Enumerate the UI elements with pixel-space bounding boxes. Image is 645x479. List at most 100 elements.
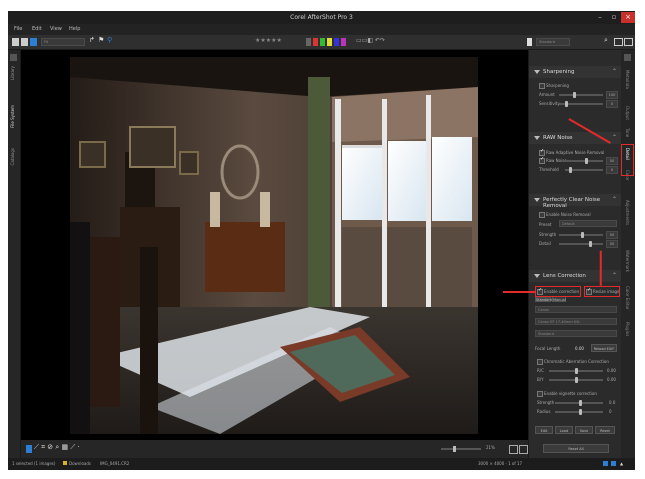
raw-noise-checkbox[interactable] [539, 156, 545, 164]
reset-button[interactable]: Reset [595, 426, 615, 434]
section-perfectly-clear-header[interactable]: Perfectly Clear Noise Removal ⌃ [529, 194, 622, 209]
by-knob[interactable] [575, 377, 578, 383]
edit-button[interactable]: Edit [535, 426, 553, 434]
menu-edit[interactable]: Edit [32, 26, 42, 32]
focal-length-value[interactable]: 0.00 [575, 346, 584, 351]
by-value[interactable]: 0.00 [607, 377, 616, 382]
color-label-blue[interactable] [334, 38, 339, 46]
camera-select[interactable]: Canon [535, 306, 617, 313]
tab-watermark[interactable]: Watermark [625, 250, 630, 272]
threshold-value[interactable]: 0 [606, 166, 618, 174]
pin-icon[interactable]: ⌃ [612, 196, 617, 203]
detail-value[interactable]: 50 [606, 240, 618, 248]
color-label-purple[interactable] [341, 38, 346, 46]
lens-mode-select[interactable]: Standard [535, 330, 617, 337]
color-label-yellow[interactable] [327, 38, 332, 46]
pin-icon[interactable]: ⌃ [612, 134, 617, 141]
rc-slider[interactable] [549, 368, 603, 374]
raw-noise-slider[interactable] [565, 158, 603, 164]
tab-color-editor[interactable]: Color Editor [625, 286, 630, 310]
threshold-knob[interactable] [569, 167, 572, 173]
zoom-slider[interactable] [441, 448, 481, 450]
vignette-strength-slider[interactable] [555, 400, 603, 406]
zoom-dropdown[interactable]: Fit [41, 38, 85, 46]
tab-catalogs[interactable]: Catalogs [10, 148, 15, 165]
sensitivity-slider[interactable] [559, 101, 603, 107]
preset-dropdown[interactable]: Standard [536, 38, 570, 46]
sensitivity-knob[interactable] [565, 101, 568, 107]
document-icon[interactable] [527, 38, 532, 46]
detail-slider[interactable] [559, 241, 603, 247]
fit-icon[interactable] [509, 445, 518, 454]
lens-select[interactable]: Canon EF 17-40mm f/4L [535, 318, 617, 325]
color-label-red[interactable] [313, 38, 318, 46]
amount-knob[interactable] [573, 92, 576, 98]
menu-file[interactable]: File [14, 26, 22, 32]
maximize-button[interactable]: ▫ [607, 12, 621, 23]
eyedropper-icon[interactable]: ⚲ [107, 36, 115, 44]
vignette-strength-value[interactable]: 0.0 [609, 400, 615, 405]
zoom-slider-knob[interactable] [453, 446, 456, 452]
status-view-icon[interactable] [603, 461, 608, 466]
by-slider[interactable] [549, 377, 603, 383]
layout-active-icon[interactable] [30, 38, 37, 46]
detail-knob[interactable] [589, 241, 592, 247]
menu-view[interactable]: View [50, 26, 62, 32]
vignette-strength-knob[interactable] [579, 400, 582, 406]
vignette-radius-slider[interactable] [555, 409, 603, 415]
rotate-icon[interactable]: ↱ [89, 36, 97, 44]
fullscreen-icon[interactable] [624, 38, 633, 46]
status-warning-icon[interactable]: ▲ [620, 461, 623, 466]
image-viewer[interactable] [21, 50, 528, 440]
amount-value[interactable]: 100 [606, 91, 618, 99]
rc-knob[interactable] [575, 368, 578, 374]
strength-slider[interactable] [559, 232, 603, 238]
select-tool-icon[interactable] [26, 445, 32, 453]
sensitivity-value[interactable]: 0 [606, 100, 618, 108]
reset-all-button[interactable]: Reset All [543, 444, 609, 453]
collapse-icon[interactable] [10, 54, 17, 61]
pin-icon[interactable]: ⌃ [612, 272, 617, 279]
noise-removal-checkbox[interactable] [539, 212, 545, 218]
save-button[interactable]: Save [575, 426, 593, 434]
vignette-radius-value[interactable]: 0 [609, 409, 612, 414]
pin-icon[interactable]: ⌃ [612, 68, 617, 75]
reload-exif-button[interactable]: Reload EXIF [591, 344, 617, 352]
raw-noise-knob[interactable] [585, 158, 588, 164]
close-button[interactable]: × [621, 12, 635, 23]
vignette-checkbox[interactable] [537, 391, 543, 397]
tab-tone[interactable]: Tone [625, 128, 630, 137]
rc-value[interactable]: 0.00 [607, 368, 616, 373]
sharpening-checkbox[interactable] [539, 83, 545, 89]
tab-output[interactable]: Output [625, 106, 630, 120]
strength-value[interactable]: 50 [606, 231, 618, 239]
load-button[interactable]: Load [555, 426, 573, 434]
vignette-radius-knob[interactable] [579, 409, 582, 415]
actual-size-icon[interactable] [519, 445, 528, 454]
status-filter-icon[interactable] [611, 461, 616, 466]
tab-adjustments[interactable]: Adjustments [625, 200, 630, 225]
search-icon[interactable]: ⌕ [604, 36, 612, 44]
layout-grid-icon[interactable] [21, 38, 28, 46]
amount-slider[interactable] [559, 92, 603, 98]
minimize-button[interactable]: – [593, 12, 607, 23]
color-label-green[interactable] [320, 38, 325, 46]
tab-metadata[interactable]: Metadata [625, 70, 630, 89]
section-lens-correction-header[interactable]: Lens Correction ⌃ [529, 270, 622, 282]
panel-toggle-icon[interactable] [614, 38, 623, 46]
menu-help[interactable]: Help [69, 26, 80, 32]
threshold-slider[interactable] [565, 167, 603, 173]
tab-plugins[interactable]: Plugins [625, 322, 630, 336]
raw-noise-value[interactable]: 50 [606, 157, 618, 165]
tab-file-system[interactable]: File System [10, 105, 15, 128]
preset-select[interactable]: Default [559, 220, 617, 227]
strength-knob[interactable] [581, 232, 584, 238]
collapse-right-icon[interactable] [624, 54, 631, 61]
rating-stars[interactable]: ★★★★★ [255, 37, 305, 45]
edit-tools-icons[interactable]: ⟋ ⌗ ⊘ ⌕ ▦ ⟋ · [34, 443, 94, 452]
compare-icons[interactable]: ▭▭◧ ↶↷ [356, 37, 386, 45]
color-label-none[interactable] [306, 38, 311, 46]
layout-single-icon[interactable] [12, 38, 19, 46]
flag-icon[interactable]: ⚑ [98, 36, 106, 44]
chromatic-checkbox[interactable] [537, 359, 543, 365]
